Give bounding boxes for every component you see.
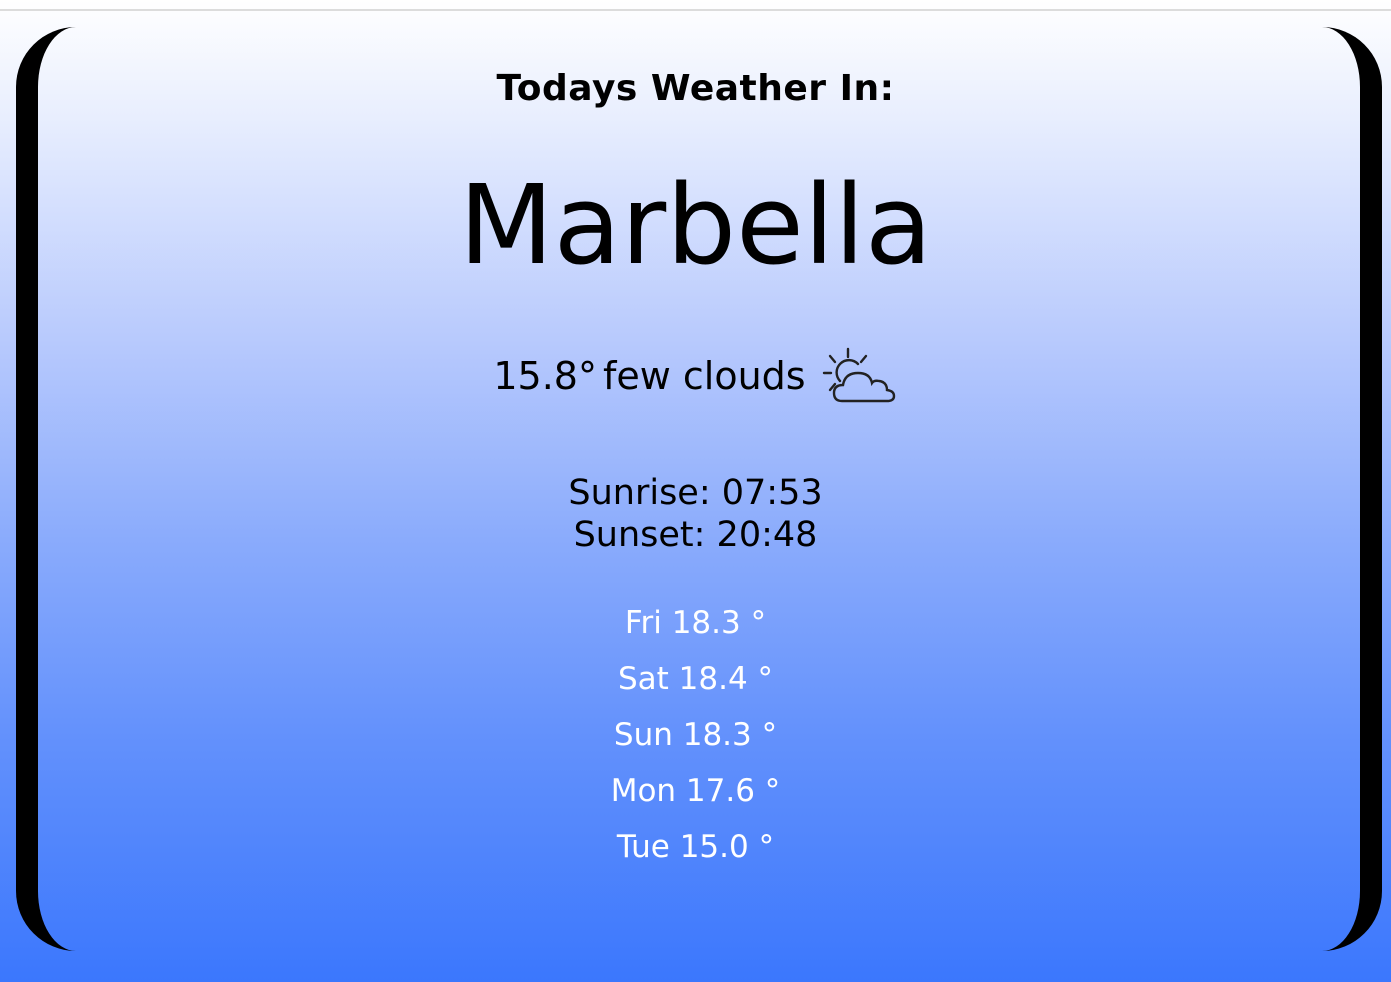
sunset-time: Sunset: 20:48 xyxy=(573,515,818,555)
sunrise-time: Sunrise: 07:53 xyxy=(568,473,823,513)
top-divider xyxy=(0,9,1391,11)
current-conditions: 15.8° few clouds xyxy=(0,345,1391,407)
forecast-item: Fri 18.3 ° xyxy=(624,605,767,641)
current-temperature: 15.8° xyxy=(493,354,597,398)
forecast-item: Sat 18.4 ° xyxy=(617,661,774,697)
partly-cloudy-icon xyxy=(812,345,898,407)
forecast-list: Fri 18.3 ° Sat 18.4 ° Sun 18.3 ° Mon 17.… xyxy=(0,600,1391,880)
location-label: Todays Weather In: xyxy=(496,68,895,109)
city-name: Marbella xyxy=(458,161,933,289)
forecast-item: Mon 17.6 ° xyxy=(610,773,781,809)
current-description: few clouds xyxy=(602,354,806,398)
sun-times: Sunrise: 07:53 Sunset: 20:48 xyxy=(0,472,1391,556)
forecast-item: Tue 15.0 ° xyxy=(616,829,775,865)
forecast-item: Sun 18.3 ° xyxy=(613,717,778,753)
